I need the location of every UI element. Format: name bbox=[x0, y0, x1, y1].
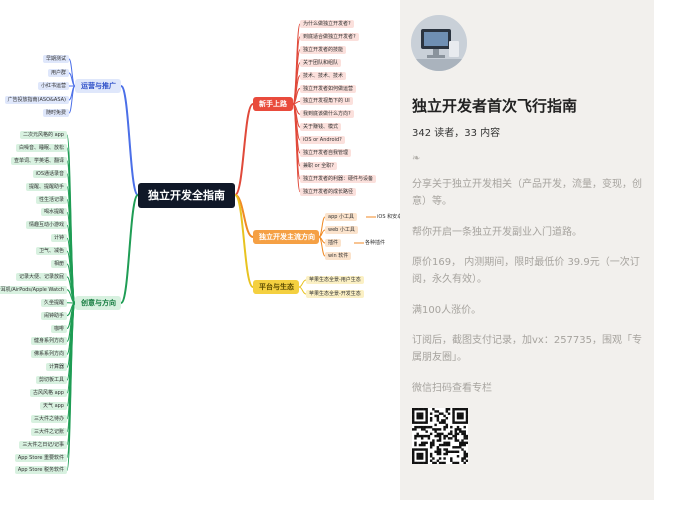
column-description: 分享关于独立开发相关（产品开发，流量，变现，创意）等。 bbox=[412, 179, 642, 207]
leaf-ideas-item[interactable]: 查单词、学英语、翻译 bbox=[10, 156, 67, 165]
leaf-mainstream-sub: 各种插件 bbox=[365, 240, 386, 246]
leaf-operations-item[interactable]: 用户群 bbox=[47, 69, 69, 77]
leaf-beginner-item[interactable]: 到底适合做独立开发者? bbox=[300, 32, 359, 41]
leaf-ideas-item[interactable]: 蓝牙耳机/AirPods/Apple Watch bbox=[0, 285, 67, 294]
leaf-ideas-item[interactable]: 记录大便、记录放屁 bbox=[15, 272, 67, 281]
leaf-ideas-item[interactable]: 天气 app bbox=[39, 401, 67, 410]
branch-operations[interactable]: 运营与推广 bbox=[75, 79, 121, 93]
leaf-beginner-item[interactable]: 独立开发者自我管理 bbox=[300, 149, 352, 157]
leaf-beginner-item[interactable]: 关于赚钱、模式 bbox=[300, 123, 342, 132]
connector-line bbox=[120, 85, 139, 196]
column-avatar bbox=[411, 15, 467, 71]
leaf-beginner-item[interactable]: 独立开发视角下的 UI bbox=[300, 97, 353, 106]
leaf-beginner-item[interactable]: 兼职 or 全职? bbox=[300, 161, 337, 170]
leaf-ideas-item[interactable]: 二次元风格的 app bbox=[19, 131, 67, 139]
leaf-ideas-item[interactable]: App Store 重要软件 bbox=[14, 453, 67, 462]
connector-line bbox=[120, 194, 139, 304]
connector-line bbox=[234, 103, 254, 196]
leaf-ideas-item[interactable]: 佛系系列方向 bbox=[30, 350, 67, 359]
column-title: 独立开发者首次飞行指南 bbox=[412, 97, 578, 115]
leaf-ideas-item[interactable]: 喝水提醒 bbox=[40, 208, 67, 217]
branch-beginner[interactable]: 新手上路 bbox=[253, 97, 293, 111]
column-price-info: 原价169， 内测期间，限时最低价 39.9元（一次订阅，永久有效）。 bbox=[412, 257, 640, 285]
column-subtitle-line: 帮你开启一条独立开发副业入门道路。 bbox=[412, 227, 582, 238]
leaf-ideas-item[interactable]: 三大件之记账 bbox=[30, 427, 67, 436]
column-contact-info: 订阅后，截图支付记录，加vx：257735，围观「专属朋友圈」。 bbox=[412, 335, 643, 363]
leaf-ideas-item[interactable]: 白噪音、睡眠、放松 bbox=[15, 143, 67, 152]
leaf-mainstream-item[interactable]: web 小工具 bbox=[325, 226, 358, 234]
connector-line bbox=[298, 279, 307, 288]
leaf-ideas-item[interactable]: 古风风格 app bbox=[29, 389, 67, 397]
leaf-platform-item[interactable]: 苹果生态全景-用户生态 bbox=[306, 276, 364, 284]
leaf-operations-item[interactable]: 广告投放指南(ASO&ASA) bbox=[4, 96, 69, 104]
leaf-ideas-item[interactable]: App Store 税务软件 bbox=[14, 466, 67, 475]
leaf-beginner-item[interactable]: 技术、技术、技术 bbox=[300, 71, 347, 80]
leaf-ideas-item[interactable]: 计算器 bbox=[45, 363, 67, 372]
leaf-ideas-item[interactable]: 卫气、减色 bbox=[35, 247, 67, 256]
flourish-icon: ❧ bbox=[412, 153, 421, 164]
leaf-beginner-item[interactable]: 独立开发者的成长路径 bbox=[300, 187, 357, 196]
leaf-platform-item[interactable]: 苹果生态全景-开发生态 bbox=[306, 290, 364, 298]
leaf-beginner-item[interactable]: 独立开发者如何做运营 bbox=[300, 84, 357, 93]
leaf-ideas-item[interactable]: 三大件之待办 bbox=[30, 414, 67, 423]
column-price-rise-note: 满100人涨价。 bbox=[412, 305, 482, 316]
leaf-ideas-item[interactable]: 闹钟助手 bbox=[40, 311, 67, 320]
leaf-ideas-item[interactable]: 相册 bbox=[50, 260, 67, 268]
leaf-ideas-item[interactable]: 提醒、提醒助手 bbox=[25, 182, 67, 191]
leaf-ideas-item[interactable]: 性生活记录 bbox=[35, 195, 67, 204]
branch-ideas[interactable]: 创意与方向 bbox=[75, 296, 121, 310]
leaf-beginner-item[interactable]: iOS or Android? bbox=[300, 136, 345, 145]
connector-line bbox=[234, 194, 254, 288]
leaf-ideas-item[interactable]: 健身系列方向 bbox=[30, 337, 67, 346]
leaf-mainstream-item[interactable]: win 软件 bbox=[325, 252, 352, 260]
leaf-ideas-item[interactable]: 剪切板工具 bbox=[35, 376, 67, 385]
branch-platform[interactable]: 平台与生态 bbox=[253, 280, 299, 294]
leaf-operations-item[interactable]: 早期测试 bbox=[42, 55, 69, 63]
leaf-beginner-item[interactable]: 为什么做独立开发者? bbox=[300, 20, 354, 28]
connector-line bbox=[298, 286, 307, 295]
mindmap-root-node[interactable]: 独立开发全指南 bbox=[138, 183, 235, 208]
wechat-qr-code[interactable] bbox=[412, 408, 469, 465]
leaf-ideas-item[interactable]: 三大件之日记/记事 bbox=[19, 440, 67, 449]
leaf-beginner-item[interactable]: 我到底该做什么方向? bbox=[300, 110, 354, 119]
column-qr-caption: 微信扫码查看专栏 bbox=[412, 383, 492, 394]
leaf-beginner-item[interactable]: 关于团队和组队 bbox=[300, 58, 342, 67]
leaf-mainstream-item[interactable]: 插件 bbox=[325, 239, 342, 247]
leaf-beginner-item[interactable]: 独立开发者的利器：硬件与设备 bbox=[300, 174, 377, 183]
leaf-ideas-item[interactable]: 咖啡 bbox=[50, 324, 67, 333]
leaf-ideas-item[interactable]: iOS通话录音 bbox=[32, 169, 67, 178]
leaf-ideas-item[interactable]: 计钟 bbox=[50, 234, 67, 243]
leaf-ideas-item[interactable]: 情趣互动小游戏 bbox=[25, 221, 67, 230]
leaf-operations-item[interactable]: 小红书运营 bbox=[37, 82, 69, 90]
column-stats: 342 读者，33 内容 bbox=[412, 128, 501, 139]
leaf-mainstream-item[interactable]: app 小工具 bbox=[325, 213, 358, 221]
leaf-ideas-item[interactable]: 久坐提醒 bbox=[40, 298, 67, 307]
leaf-beginner-item[interactable]: 独立开发者的技能 bbox=[300, 45, 347, 54]
leaf-operations-item[interactable]: 随时免费 bbox=[42, 109, 69, 117]
branch-mainstream[interactable]: 独立开发主流方向 bbox=[253, 230, 319, 244]
leaf-mainstream-sub: iOS 和安卓 bbox=[377, 214, 403, 220]
mindmap-canvas: 独立开发全指南 运营与推广 早期测试用户群小红书运营广告投放指南(ASO&ASA)… bbox=[0, 0, 403, 500]
